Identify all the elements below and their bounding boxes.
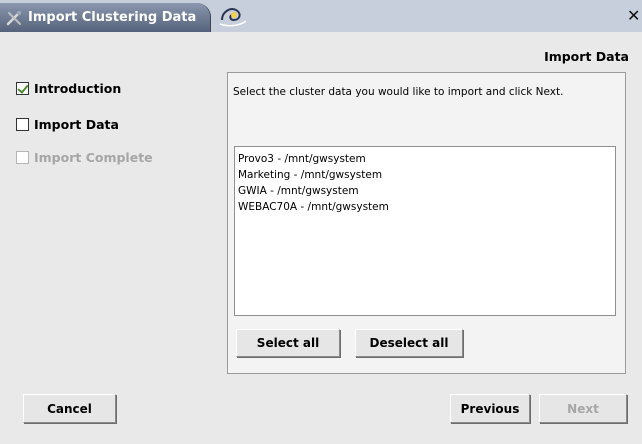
- next-button[interactable]: Next: [539, 394, 627, 423]
- instructions-text: Select the cluster data you would like t…: [233, 86, 564, 98]
- cancel-button[interactable]: Cancel: [23, 394, 116, 423]
- app-swirl-icon: [219, 8, 247, 27]
- step-check-icon: [16, 81, 29, 95]
- previous-button[interactable]: Previous: [450, 394, 530, 423]
- deselect-all-button[interactable]: Deselect all: [355, 329, 463, 357]
- step-label: Import Complete: [34, 149, 153, 165]
- page-title: Import Data: [544, 49, 629, 64]
- window-title-tab[interactable]: Import Clustering Data: [0, 3, 211, 32]
- cluster-list[interactable]: Provo3 - /mnt/gwsystem Marketing - /mnt/…: [234, 146, 616, 316]
- list-item[interactable]: Provo3 - /mnt/gwsystem: [238, 151, 612, 167]
- list-item[interactable]: GWIA - /mnt/gwsystem: [238, 183, 612, 199]
- step-label: Introduction: [34, 80, 122, 96]
- step-introduction: Introduction: [16, 79, 121, 97]
- step-label: Import Data: [34, 116, 119, 132]
- title-bar[interactable]: Import Clustering Data ✕: [0, 0, 642, 32]
- step-checkbox: [16, 150, 29, 164]
- list-item[interactable]: WEBAC70A - /mnt/gwsystem: [238, 199, 612, 215]
- step-import-complete: Import Complete: [16, 148, 153, 166]
- window-title: Import Clustering Data: [28, 10, 197, 25]
- select-all-button[interactable]: Select all: [236, 329, 340, 357]
- close-icon[interactable]: ✕: [627, 6, 641, 26]
- list-item[interactable]: Marketing - /mnt/gwsystem: [238, 167, 612, 183]
- step-import-data: Import Data: [16, 115, 119, 133]
- tools-icon: [6, 10, 22, 26]
- main-panel: Select the cluster data you would like t…: [227, 72, 626, 374]
- step-checkbox: [16, 117, 29, 131]
